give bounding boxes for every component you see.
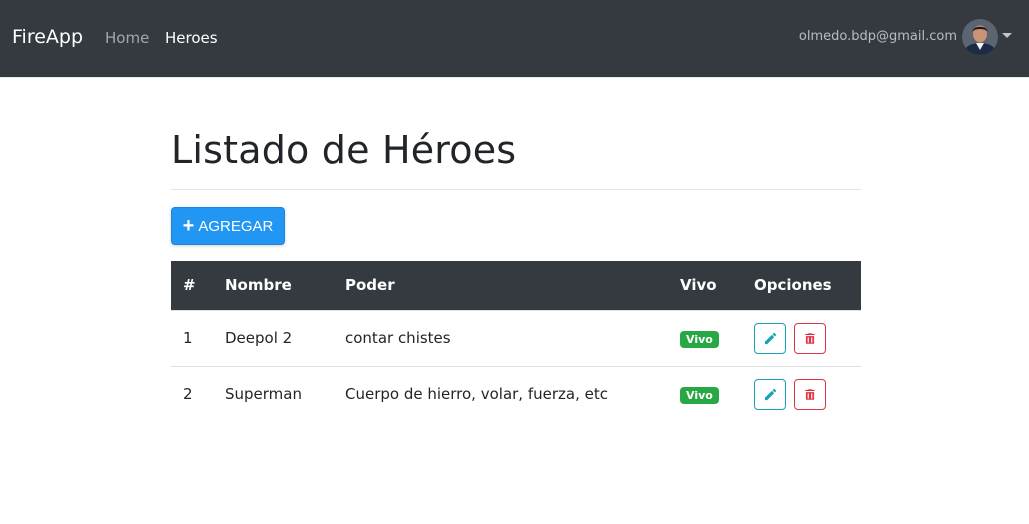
cell-index: 2	[171, 365, 213, 422]
cell-power: contar chistes	[333, 309, 668, 366]
table-row: 1 Deepol 2 contar chistes Vivo	[171, 309, 861, 366]
divider	[171, 189, 861, 190]
table-header: # Nombre Poder Vivo Opciones	[171, 261, 861, 310]
nav-link-heroes[interactable]: Heroes	[165, 29, 218, 47]
cell-name: Deepol 2	[213, 309, 333, 366]
table-row: 2 Superman Cuerpo de hierro, volar, fuer…	[171, 365, 861, 422]
edit-button[interactable]	[754, 322, 786, 354]
cell-options	[742, 309, 861, 366]
add-button-label: AGREGAR	[198, 217, 274, 235]
brand-logo[interactable]: FireApp	[12, 26, 83, 48]
heroes-table: # Nombre Poder Vivo Opciones 1 Deepol 2 …	[171, 261, 861, 422]
cell-index: 1	[171, 309, 213, 366]
user-email[interactable]: olmedo.bdp@gmail.com	[799, 29, 957, 44]
edit-button[interactable]	[754, 378, 786, 410]
user-avatar[interactable]	[962, 19, 998, 55]
avatar-image	[962, 19, 998, 55]
add-hero-button[interactable]: + AGREGAR	[171, 207, 285, 245]
header-power: Poder	[333, 261, 668, 310]
page-title: Listado de Héroes	[171, 128, 517, 172]
cell-options	[742, 365, 861, 422]
cell-alive: Vivo	[668, 309, 742, 366]
cell-alive: Vivo	[668, 365, 742, 422]
status-badge: Vivo	[680, 386, 719, 404]
status-badge: Vivo	[680, 330, 719, 348]
row-actions	[754, 378, 849, 410]
navbar: FireApp Home Heroes olmedo.bdp@gmail.com	[0, 0, 1029, 78]
pencil-icon	[764, 332, 776, 344]
table-body: 1 Deepol 2 contar chistes Vivo 2 Superma…	[171, 309, 861, 422]
table-header-row: # Nombre Poder Vivo Opciones	[171, 261, 861, 310]
caret-down-icon[interactable]	[1002, 33, 1012, 38]
row-actions	[754, 322, 849, 354]
plus-icon: +	[182, 215, 195, 237]
cell-name: Superman	[213, 365, 333, 422]
pencil-icon	[764, 388, 776, 400]
header-name: Nombre	[213, 261, 333, 310]
cell-power: Cuerpo de hierro, volar, fuerza, etc	[333, 365, 668, 422]
header-index: #	[171, 261, 213, 310]
trash-icon	[805, 389, 815, 400]
delete-button[interactable]	[794, 378, 826, 410]
header-alive: Vivo	[668, 261, 742, 310]
header-options: Opciones	[742, 261, 861, 310]
nav-link-home[interactable]: Home	[105, 29, 149, 47]
trash-icon	[805, 332, 815, 344]
delete-button[interactable]	[794, 322, 826, 354]
